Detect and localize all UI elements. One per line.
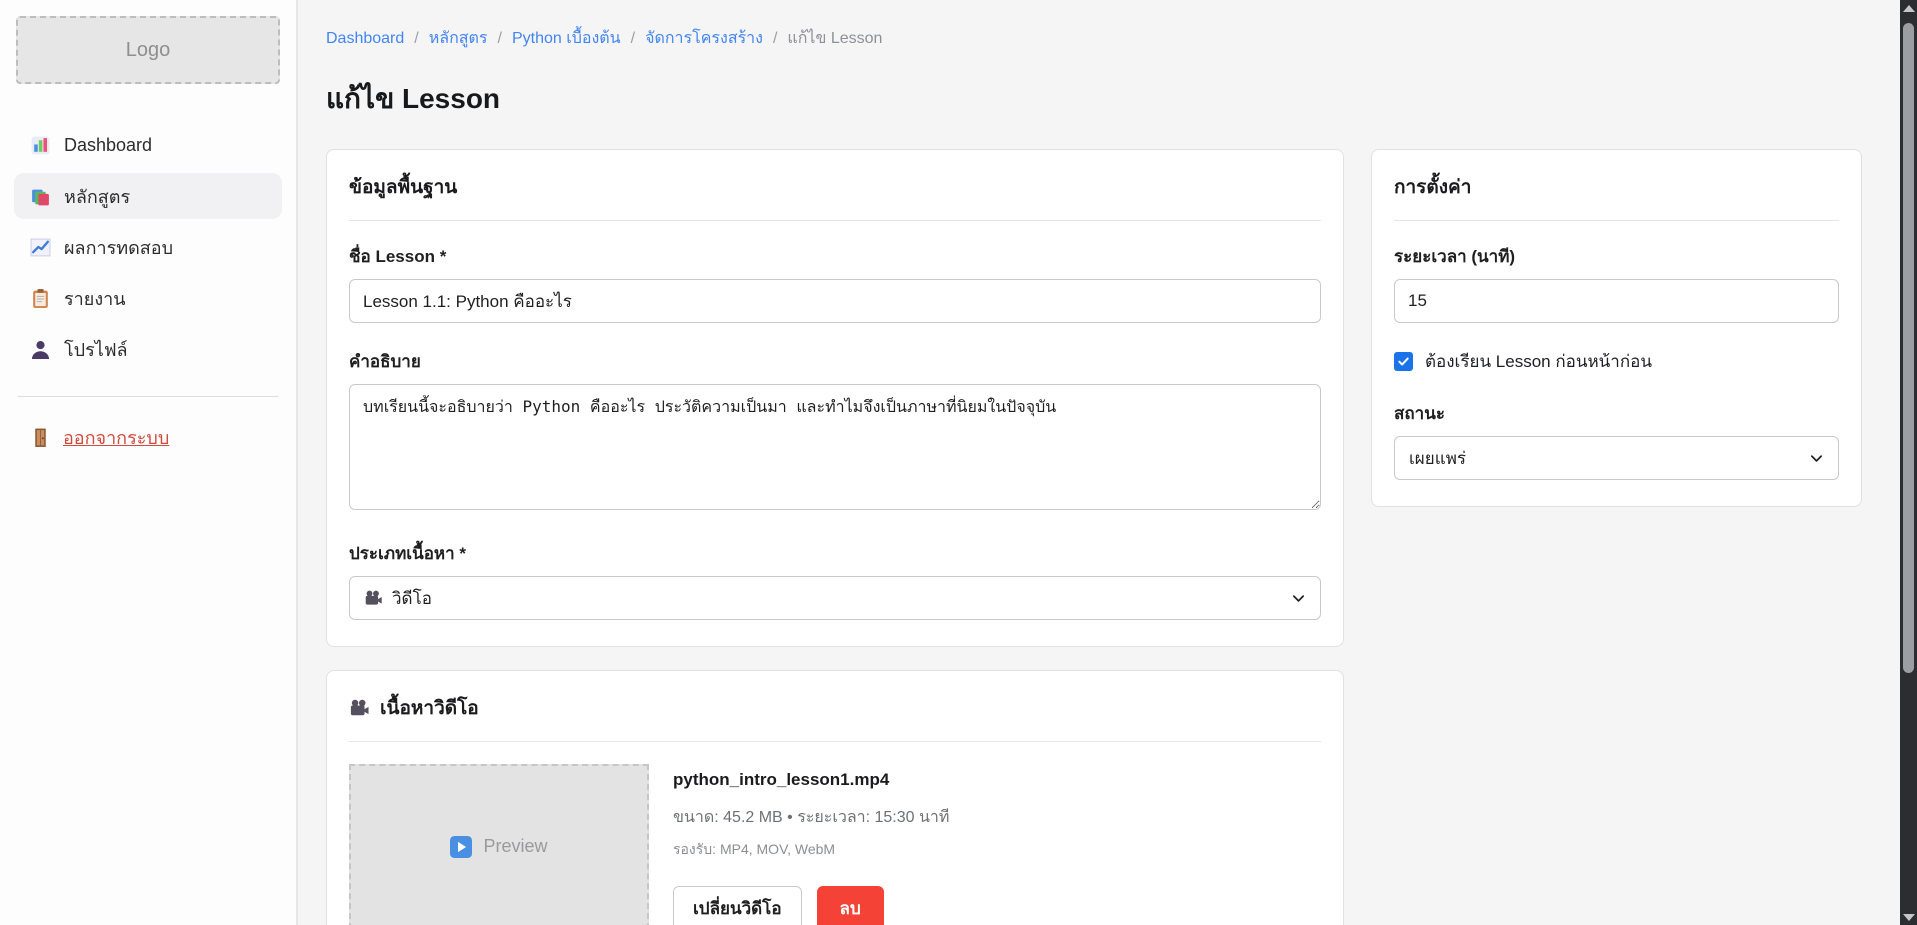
- delete-video-button[interactable]: ลบ: [817, 886, 884, 925]
- chevron-down-icon: [1809, 451, 1824, 466]
- change-video-button[interactable]: เปลี่ยนวิดีโอ: [673, 886, 802, 925]
- video-content-header: เนื้อหาวิดีโอ: [349, 693, 1321, 723]
- breadcrumb-dashboard[interactable]: Dashboard: [326, 30, 404, 48]
- video-preview[interactable]: Preview: [349, 764, 649, 925]
- video-row: Preview python_intro_lesson1.mp4 ขนาด: 4…: [349, 764, 1321, 925]
- logo-placeholder: Logo: [16, 16, 280, 84]
- logout-label: ออกจากระบบ: [63, 423, 169, 452]
- play-icon: [450, 836, 472, 858]
- right-column: การตั้งค่า ระยะเวลา (นาที) ต้องเรียน Les…: [1371, 149, 1862, 530]
- chevron-down-icon: [1291, 591, 1306, 606]
- sidebar-item-label: Dashboard: [64, 135, 152, 156]
- sidebar-item-label: ผลการทดสอบ: [64, 233, 173, 262]
- video-camera-icon: [349, 698, 370, 719]
- breadcrumb-structure[interactable]: จัดการโครงสร้าง: [645, 26, 763, 51]
- status-label: สถานะ: [1394, 400, 1839, 427]
- video-meta: ขนาด: 45.2 MB • ระยะเวลา: 15:30 นาที: [673, 805, 949, 830]
- reports-clipboard-icon: [30, 288, 51, 309]
- lesson-name-label: ชื่อ Lesson *: [349, 243, 1321, 270]
- lesson-name-field-group: ชื่อ Lesson *: [349, 243, 1321, 323]
- sidebar-item-courses[interactable]: หลักสูตร: [14, 173, 282, 219]
- duration-input[interactable]: [1394, 279, 1839, 323]
- scrollbar-down-arrow[interactable]: [1900, 909, 1917, 925]
- prerequisite-label: ต้องเรียน Lesson ก่อนหน้าก่อน: [1425, 348, 1652, 375]
- main-content: Dashboard / หลักสูตร / Python เบื้องต้น …: [298, 0, 1900, 925]
- page-title: แก้ไข Lesson: [326, 77, 1864, 121]
- breadcrumb-separator: /: [498, 30, 502, 48]
- description-field-group: คำอธิบาย บทเรียนนี้จะอธิบายว่า Python คื…: [349, 348, 1321, 515]
- settings-header: การตั้งค่า: [1394, 172, 1839, 202]
- basic-info-card: ข้อมูลพื้นฐาน ชื่อ Lesson * คำอธิบาย บทเ…: [326, 149, 1344, 647]
- profile-user-icon: [30, 339, 51, 360]
- sidebar-item-reports[interactable]: รายงาน: [14, 275, 282, 321]
- dashboard-chart-icon: [30, 135, 51, 156]
- sidebar-item-profile[interactable]: โปรไฟล์: [14, 326, 282, 372]
- breadcrumb-current: แก้ไข Lesson: [787, 26, 882, 51]
- duration-label: ระยะเวลา (นาที): [1394, 243, 1839, 270]
- content-columns: ข้อมูลพื้นฐาน ชื่อ Lesson * คำอธิบาย บทเ…: [326, 149, 1864, 925]
- content-type-field-group: ประเภทเนื้อหา * วิดีโอ: [349, 540, 1321, 620]
- video-content-header-text: เนื้อหาวิดีโอ: [380, 693, 479, 723]
- card-divider: [349, 220, 1321, 221]
- video-filename: python_intro_lesson1.mp4: [673, 770, 949, 790]
- settings-card: การตั้งค่า ระยะเวลา (นาที) ต้องเรียน Les…: [1371, 149, 1862, 507]
- content-type-value: วิดีโอ: [392, 585, 432, 612]
- description-label: คำอธิบาย: [349, 348, 1321, 375]
- sidebar-item-label: หลักสูตร: [64, 182, 130, 211]
- scrollbar-thumb[interactable]: [1903, 23, 1914, 673]
- breadcrumb-course-python[interactable]: Python เบื้องต้น: [512, 26, 621, 51]
- status-select[interactable]: เผยแพร่: [1394, 436, 1839, 480]
- status-value: เผยแพร่: [1409, 445, 1466, 472]
- video-formats: รองรับ: MP4, MOV, WebM: [673, 839, 949, 861]
- breadcrumb: Dashboard / หลักสูตร / Python เบื้องต้น …: [326, 26, 1864, 51]
- content-type-label: ประเภทเนื้อหา *: [349, 540, 1321, 567]
- logout-link[interactable]: ออกจากระบบ: [14, 423, 282, 452]
- card-divider: [1394, 220, 1839, 221]
- scrollbar-up-arrow[interactable]: [1900, 0, 1917, 16]
- page-scrollbar[interactable]: [1900, 0, 1917, 925]
- sidebar-item-test-results[interactable]: ผลการทดสอบ: [14, 224, 282, 270]
- breadcrumb-separator: /: [631, 30, 635, 48]
- video-content-card: เนื้อหาวิดีโอ Preview python_intro_lesso…: [326, 670, 1344, 925]
- status-field-group: สถานะ เผยแพร่: [1394, 400, 1839, 480]
- prerequisite-checkbox-row[interactable]: ต้องเรียน Lesson ก่อนหน้าก่อน: [1394, 348, 1839, 375]
- video-info: python_intro_lesson1.mp4 ขนาด: 45.2 MB •…: [673, 764, 949, 925]
- logout-door-icon: [30, 427, 51, 448]
- courses-books-icon: [30, 186, 51, 207]
- results-graph-icon: [30, 237, 51, 258]
- left-column: ข้อมูลพื้นฐาน ชื่อ Lesson * คำอธิบาย บทเ…: [326, 149, 1344, 925]
- logo-text: Logo: [126, 39, 171, 62]
- duration-field-group: ระยะเวลา (นาที): [1394, 243, 1839, 323]
- breadcrumb-courses[interactable]: หลักสูตร: [429, 26, 488, 51]
- sidebar-item-dashboard[interactable]: Dashboard: [14, 122, 282, 168]
- basic-info-header: ข้อมูลพื้นฐาน: [349, 172, 1321, 202]
- sidebar-item-label: โปรไฟล์: [64, 335, 128, 364]
- sidebar-item-label: รายงาน: [64, 284, 126, 313]
- card-divider: [349, 741, 1321, 742]
- content-type-select[interactable]: วิดีโอ: [349, 576, 1321, 620]
- video-buttons: เปลี่ยนวิดีโอ ลบ: [673, 886, 949, 925]
- breadcrumb-separator: /: [773, 30, 777, 48]
- sidebar-nav: Dashboard หลักสูตร ผลการทดสอบ รายงาน โปร: [14, 122, 282, 372]
- description-textarea[interactable]: บทเรียนนี้จะอธิบายว่า Python คืออะไร ประ…: [349, 384, 1321, 510]
- sidebar: Logo Dashboard หลักสูตร ผลการทดสอบ รายง: [0, 0, 298, 925]
- lesson-name-input[interactable]: [349, 279, 1321, 323]
- video-camera-icon: [364, 589, 383, 608]
- video-preview-label: Preview: [483, 836, 547, 857]
- sidebar-divider: [18, 396, 278, 397]
- breadcrumb-separator: /: [414, 30, 418, 48]
- prerequisite-checkbox[interactable]: [1394, 352, 1413, 371]
